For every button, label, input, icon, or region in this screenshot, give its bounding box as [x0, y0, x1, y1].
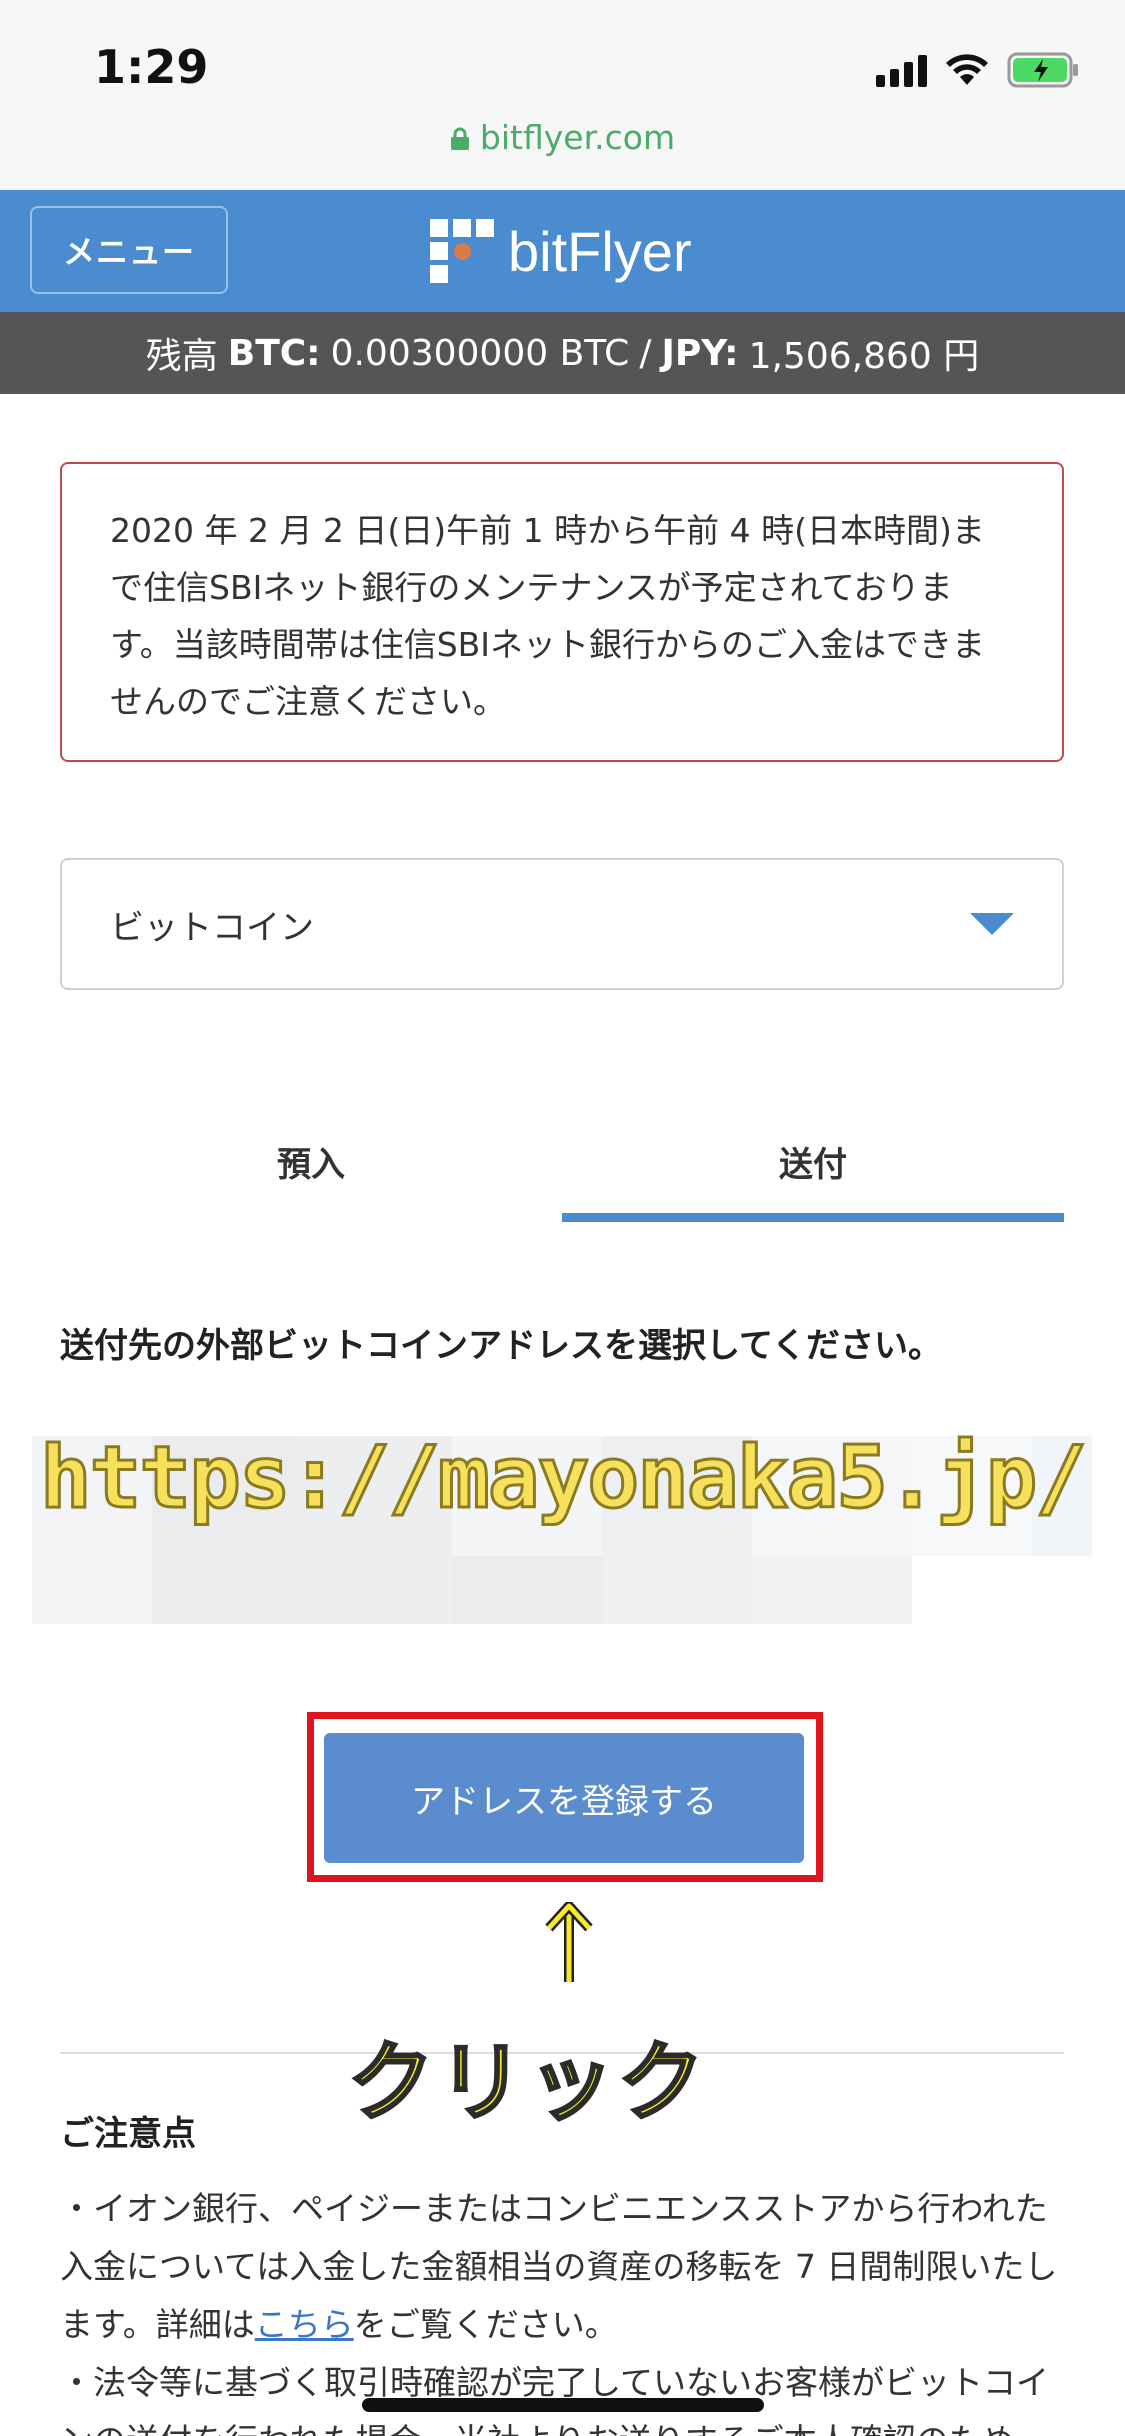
- watermark-text: https://mayonaka5.jp/: [38, 1427, 1088, 1530]
- signal-icon: [876, 53, 927, 87]
- note-item: ・法令等に基づく取引時確認が完了していないお客様がビットコインの送付を行われた場…: [60, 2363, 1050, 2436]
- details-link[interactable]: こちら: [255, 2305, 354, 2344]
- address-bar[interactable]: bitflyer.com: [0, 118, 1125, 159]
- tab-bar: 預入 送付: [60, 1100, 1064, 1222]
- tab-send[interactable]: 送付: [562, 1100, 1064, 1222]
- logo-text: bitFlyer: [508, 219, 692, 283]
- status-time: 1:29: [94, 40, 209, 94]
- jpy-value: 1,506,860 円: [748, 336, 980, 377]
- note-item: ・イオン銀行、ペイジーまたはコンビニエンスストアから行われた入金については入金し…: [60, 2180, 1070, 2354]
- jpy-label: JPY:: [661, 332, 739, 374]
- currency-select[interactable]: ビットコイン: [60, 858, 1064, 990]
- register-address-button[interactable]: アドレスを登録する: [324, 1733, 804, 1863]
- click-annotation: クリック: [347, 2032, 708, 2135]
- page: 1:29 bitflyer.com メニュー bitFlyer 残高 BTC: …: [0, 0, 1125, 2436]
- bitflyer-logo-icon: [430, 219, 494, 283]
- battery-icon: [1007, 52, 1081, 88]
- maintenance-notice: 2020 年 2 月 2 日(日)午前 1 時から午前 4 時(日本時間)まで住…: [60, 462, 1064, 762]
- currency-select-value: ビットコイン: [110, 907, 314, 948]
- up-arrow-icon: [544, 1901, 594, 1988]
- balance-separator: /: [639, 332, 652, 374]
- chevron-down-icon: [970, 913, 1014, 935]
- wifi-icon: [945, 53, 989, 87]
- notice-text: 2020 年 2 月 2 日(日)午前 1 時から午前 4 時(日本時間)まで住…: [110, 511, 986, 721]
- bitflyer-logo[interactable]: bitFlyer: [430, 212, 692, 290]
- site-header: メニュー bitFlyer: [0, 190, 1125, 312]
- lock-icon: [450, 120, 470, 159]
- notes-title: ご注意点: [60, 2114, 196, 2154]
- instruction-text: 送付先の外部ビットコインアドレスを選択してください。: [60, 1326, 942, 1366]
- tab-deposit[interactable]: 預入: [60, 1100, 562, 1222]
- url-text: bitflyer.com: [479, 118, 676, 157]
- note-item-1-suffix: をご覧ください。: [353, 2305, 618, 2344]
- status-icons: [876, 50, 1081, 90]
- status-bar: 1:29 bitflyer.com: [0, 0, 1125, 190]
- home-indicator[interactable]: [362, 2398, 764, 2412]
- btc-label: BTC:: [227, 332, 321, 374]
- balance-bar: 残高 BTC: 0.00300000 BTC / JPY: 1,506,860 …: [0, 312, 1125, 394]
- menu-button[interactable]: メニュー: [30, 206, 228, 294]
- balance-prefix: 残高: [145, 336, 218, 377]
- btc-value: 0.00300000 BTC: [330, 332, 630, 374]
